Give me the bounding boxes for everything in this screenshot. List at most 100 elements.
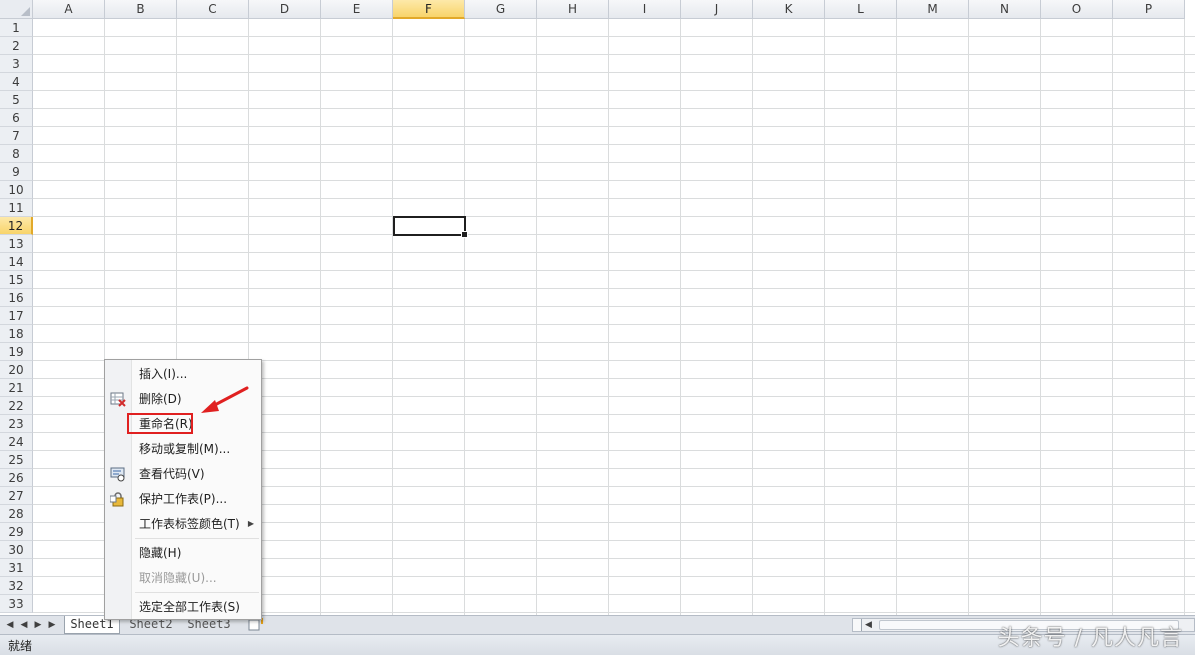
column-header-c[interactable]: C (177, 0, 249, 19)
row-header-2[interactable]: 2 (0, 37, 33, 55)
tab-split-handle[interactable] (853, 619, 862, 631)
row-header-9[interactable]: 9 (0, 163, 33, 181)
menu-item-label: 插入(I)... (139, 367, 188, 381)
selected-cell[interactable] (393, 216, 468, 238)
prev-sheet-button[interactable]: ◀ (17, 618, 31, 632)
menu-item-move-or-copy[interactable]: 移动或复制(M)... (105, 438, 261, 460)
column-header-p[interactable]: P (1113, 0, 1185, 19)
row-header-3[interactable]: 3 (0, 55, 33, 73)
column-header-i[interactable]: I (609, 0, 681, 19)
gridline-horizontal (33, 90, 1195, 91)
column-header-k[interactable]: K (753, 0, 825, 19)
row-header-7[interactable]: 7 (0, 127, 33, 145)
row-header-20[interactable]: 20 (0, 361, 33, 379)
gridline-horizontal (33, 234, 1195, 235)
menu-item-label: 查看代码(V) (139, 467, 205, 481)
row-header-10[interactable]: 10 (0, 181, 33, 199)
row-header-23[interactable]: 23 (0, 415, 33, 433)
row-header-24[interactable]: 24 (0, 433, 33, 451)
delete-sheet-icon (110, 392, 126, 407)
menu-item-protect-sheet[interactable]: 保护工作表(P)... (105, 488, 261, 510)
row-header-30[interactable]: 30 (0, 541, 33, 559)
menu-item-label: 保护工作表(P)... (139, 492, 228, 506)
row-header-1[interactable]: 1 (0, 19, 33, 37)
row-header-28[interactable]: 28 (0, 505, 33, 523)
column-header-f[interactable]: F (393, 0, 465, 19)
gridline-horizontal (33, 342, 1195, 343)
gridline-horizontal (33, 72, 1195, 73)
gridline-horizontal (33, 306, 1195, 307)
row-header-4[interactable]: 4 (0, 73, 33, 91)
row-header-18[interactable]: 18 (0, 325, 33, 343)
annotation-arrow-icon (201, 386, 249, 413)
next-sheet-button[interactable]: ▶ (31, 618, 45, 632)
gridline-horizontal (33, 324, 1195, 325)
row-header-6[interactable]: 6 (0, 109, 33, 127)
row-header-8[interactable]: 8 (0, 145, 33, 163)
row-header-22[interactable]: 22 (0, 397, 33, 415)
row-header-27[interactable]: 27 (0, 487, 33, 505)
menu-item-label: 工作表标签颜色(T) (139, 517, 240, 531)
column-header-b[interactable]: B (105, 0, 177, 19)
column-header-j[interactable]: J (681, 0, 753, 19)
watermark: 头条号 / 凡人凡言 (997, 626, 1183, 651)
menu-item-label: 移动或复制(M)... (139, 442, 231, 456)
view-code-icon (110, 467, 125, 482)
menu-item-label: 隐藏(H) (139, 546, 182, 560)
row-header-15[interactable]: 15 (0, 271, 33, 289)
fill-handle[interactable] (461, 231, 468, 238)
row-header-17[interactable]: 17 (0, 307, 33, 325)
lock-icon (110, 492, 124, 507)
rename-highlight-box (127, 413, 193, 434)
row-header-14[interactable]: 14 (0, 253, 33, 271)
row-header-21[interactable]: 21 (0, 379, 33, 397)
row-header-29[interactable]: 29 (0, 523, 33, 541)
gridline-horizontal (33, 180, 1195, 181)
menu-item-label: 选定全部工作表(S) (139, 600, 240, 614)
column-header-h[interactable]: H (537, 0, 609, 19)
row-header-13[interactable]: 13 (0, 235, 33, 253)
column-header-m[interactable]: M (897, 0, 969, 19)
row-header-16[interactable]: 16 (0, 289, 33, 307)
column-header-n[interactable]: N (969, 0, 1041, 19)
gridline-horizontal (33, 198, 1195, 199)
gridline-horizontal (33, 162, 1195, 163)
row-header-33[interactable]: 33 (0, 595, 33, 613)
gridline-horizontal (33, 144, 1195, 145)
status-text: 就绪 (8, 639, 33, 653)
menu-item-label: 删除(D) (139, 392, 182, 406)
select-all-corner[interactable] (0, 0, 33, 19)
menu-separator (135, 592, 259, 593)
menu-item-tab-color[interactable]: 工作表标签颜色(T) ▶ (105, 513, 261, 535)
column-header-g[interactable]: G (465, 0, 537, 19)
row-header-31[interactable]: 31 (0, 559, 33, 577)
row-header-12[interactable]: 12 (0, 217, 33, 235)
row-header-25[interactable]: 25 (0, 451, 33, 469)
menu-item-select-all-sheets[interactable]: 选定全部工作表(S) (105, 596, 261, 618)
gridline-horizontal (33, 288, 1195, 289)
column-header-a[interactable]: A (33, 0, 105, 19)
row-header-11[interactable]: 11 (0, 199, 33, 217)
gridline-horizontal (33, 270, 1195, 271)
row-header-5[interactable]: 5 (0, 91, 33, 109)
column-header-e[interactable]: E (321, 0, 393, 19)
menu-item-label: 取消隐藏(U)... (139, 571, 217, 585)
column-header-o[interactable]: O (1041, 0, 1113, 19)
insert-sheet-icon[interactable] (247, 618, 263, 632)
first-sheet-button[interactable]: ◀​ (3, 618, 17, 632)
gridline-horizontal (33, 54, 1195, 55)
menu-item-hide[interactable]: 隐藏(H) (105, 542, 261, 564)
column-header-l[interactable]: L (825, 0, 897, 19)
row-header-19[interactable]: 19 (0, 343, 33, 361)
scroll-left-arrow[interactable]: ◀ (865, 619, 872, 631)
row-header-32[interactable]: 32 (0, 577, 33, 595)
last-sheet-button[interactable]: ▶ (45, 618, 59, 632)
menu-item-unhide: 取消隐藏(U)... (105, 567, 261, 589)
gridline-horizontal (33, 216, 1195, 217)
gridline-horizontal (33, 126, 1195, 127)
row-header-26[interactable]: 26 (0, 469, 33, 487)
menu-item-view-code[interactable]: 查看代码(V) (105, 463, 261, 485)
column-header-d[interactable]: D (249, 0, 321, 19)
menu-separator (135, 538, 259, 539)
gridline-horizontal (33, 108, 1195, 109)
